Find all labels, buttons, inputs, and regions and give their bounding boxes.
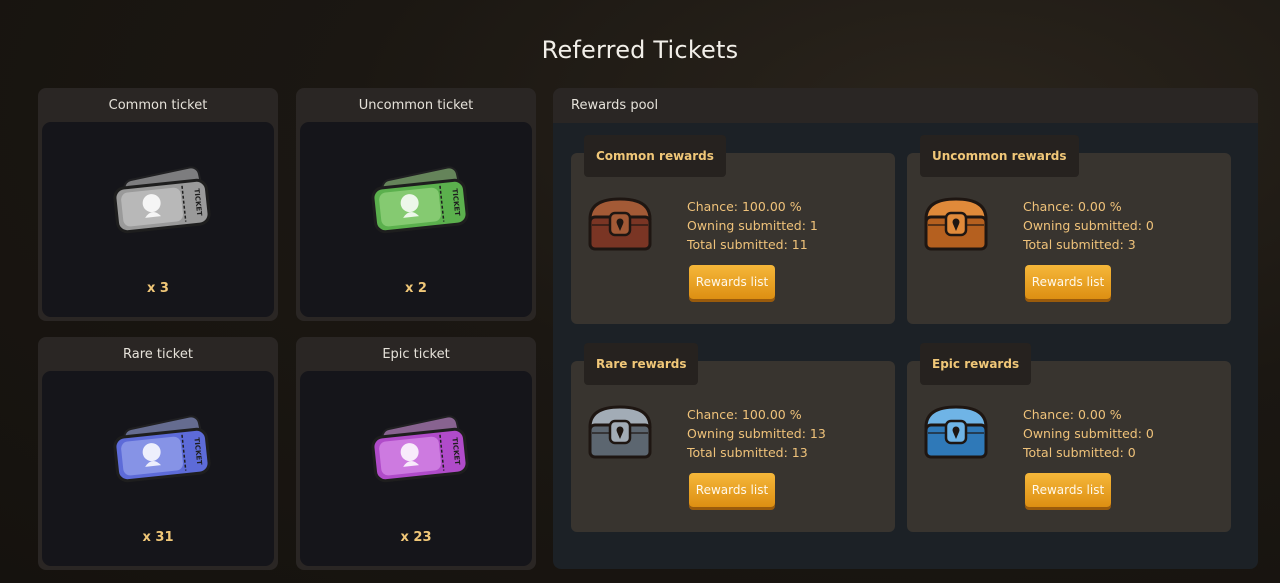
reward-card-common: Common rewards Chance: 100.00 % Owning s…: [571, 135, 895, 324]
rewards-pool-panel: Rewards pool Common rewards Chance: 100.…: [553, 88, 1258, 569]
reward-tier-label: Uncommon rewards: [920, 135, 1079, 177]
reward-chance: Chance: 0.00 %: [1023, 407, 1122, 422]
rewards-list-button[interactable]: Rewards list: [689, 473, 775, 507]
ticket-icon: TICKET: [371, 166, 469, 234]
reward-chance: Chance: 100.00 %: [687, 199, 802, 214]
reward-stats: Chance: 0.00 % Owning submitted: 0 Total…: [1023, 405, 1154, 462]
reward-card-uncommon: Uncommon rewards Chance: 0.00 % Owning s…: [907, 135, 1231, 324]
reward-stats: Chance: 100.00 % Owning submitted: 13 To…: [687, 405, 826, 462]
ticket-panel: TICKET x 3: [42, 122, 274, 317]
rewards-pool-title: Rewards pool: [571, 98, 659, 113]
reward-stats: Chance: 0.00 % Owning submitted: 0 Total…: [1023, 197, 1154, 254]
reward-card-epic: Epic rewards Chance: 0.00 % Owning submi…: [907, 343, 1231, 532]
ticket-count: x 23: [400, 530, 432, 545]
reward-owning-submitted: Owning submitted: 0: [1023, 218, 1154, 233]
ticket-card-rare: Rare ticket TICKET x 31: [38, 337, 278, 570]
rewards-list-button[interactable]: Rewards list: [1025, 265, 1111, 299]
reward-owning-submitted: Owning submitted: 13: [687, 426, 826, 441]
reward-owning-submitted: Owning submitted: 1: [687, 218, 818, 233]
page-title: Referred Tickets: [541, 36, 739, 64]
ticket-title: Rare ticket: [123, 347, 193, 362]
ticket-title: Uncommon ticket: [358, 98, 474, 113]
ticket-icon: TICKET: [113, 415, 211, 483]
ticket-icon: TICKET: [113, 166, 211, 234]
chest-icon: [588, 405, 652, 459]
reward-stats: Chance: 100.00 % Owning submitted: 1 Tot…: [687, 197, 818, 254]
chest-icon: [924, 405, 988, 459]
ticket-card-uncommon: Uncommon ticket TICKET x 2: [296, 88, 536, 321]
rewards-list-button[interactable]: Rewards list: [689, 265, 775, 299]
ticket-title: Epic ticket: [382, 347, 450, 362]
ticket-panel: TICKET x 23: [300, 371, 532, 566]
reward-owning-submitted: Owning submitted: 0: [1023, 426, 1154, 441]
reward-total-submitted: Total submitted: 0: [1023, 445, 1136, 460]
ticket-count: x 3: [147, 281, 169, 296]
ticket-panel: TICKET x 31: [42, 371, 274, 566]
ticket-count: x 31: [142, 530, 174, 545]
ticket-title: Common ticket: [108, 98, 208, 113]
reward-tier-label: Common rewards: [584, 135, 726, 177]
ticket-card-common: Common ticket TICKET x 3: [38, 88, 278, 321]
chest-icon: [588, 197, 652, 251]
ticket-icon: TICKET: [371, 415, 469, 483]
rewards-list-button[interactable]: Rewards list: [1025, 473, 1111, 507]
reward-total-submitted: Total submitted: 3: [1023, 237, 1136, 252]
reward-chance: Chance: 100.00 %: [687, 407, 802, 422]
reward-chance: Chance: 0.00 %: [1023, 199, 1122, 214]
rewards-pool-header: Rewards pool: [553, 88, 1258, 123]
reward-tier-label: Rare rewards: [584, 343, 699, 385]
ticket-card-epic: Epic ticket TICKET x 23: [296, 337, 536, 570]
reward-total-submitted: Total submitted: 13: [687, 445, 808, 460]
reward-tier-label: Epic rewards: [920, 343, 1032, 385]
ticket-count: x 2: [405, 281, 427, 296]
ticket-panel: TICKET x 2: [300, 122, 532, 317]
chest-icon: [924, 197, 988, 251]
reward-total-submitted: Total submitted: 11: [687, 237, 808, 252]
reward-card-rare: Rare rewards Chance: 100.00 % Owning sub…: [571, 343, 895, 532]
